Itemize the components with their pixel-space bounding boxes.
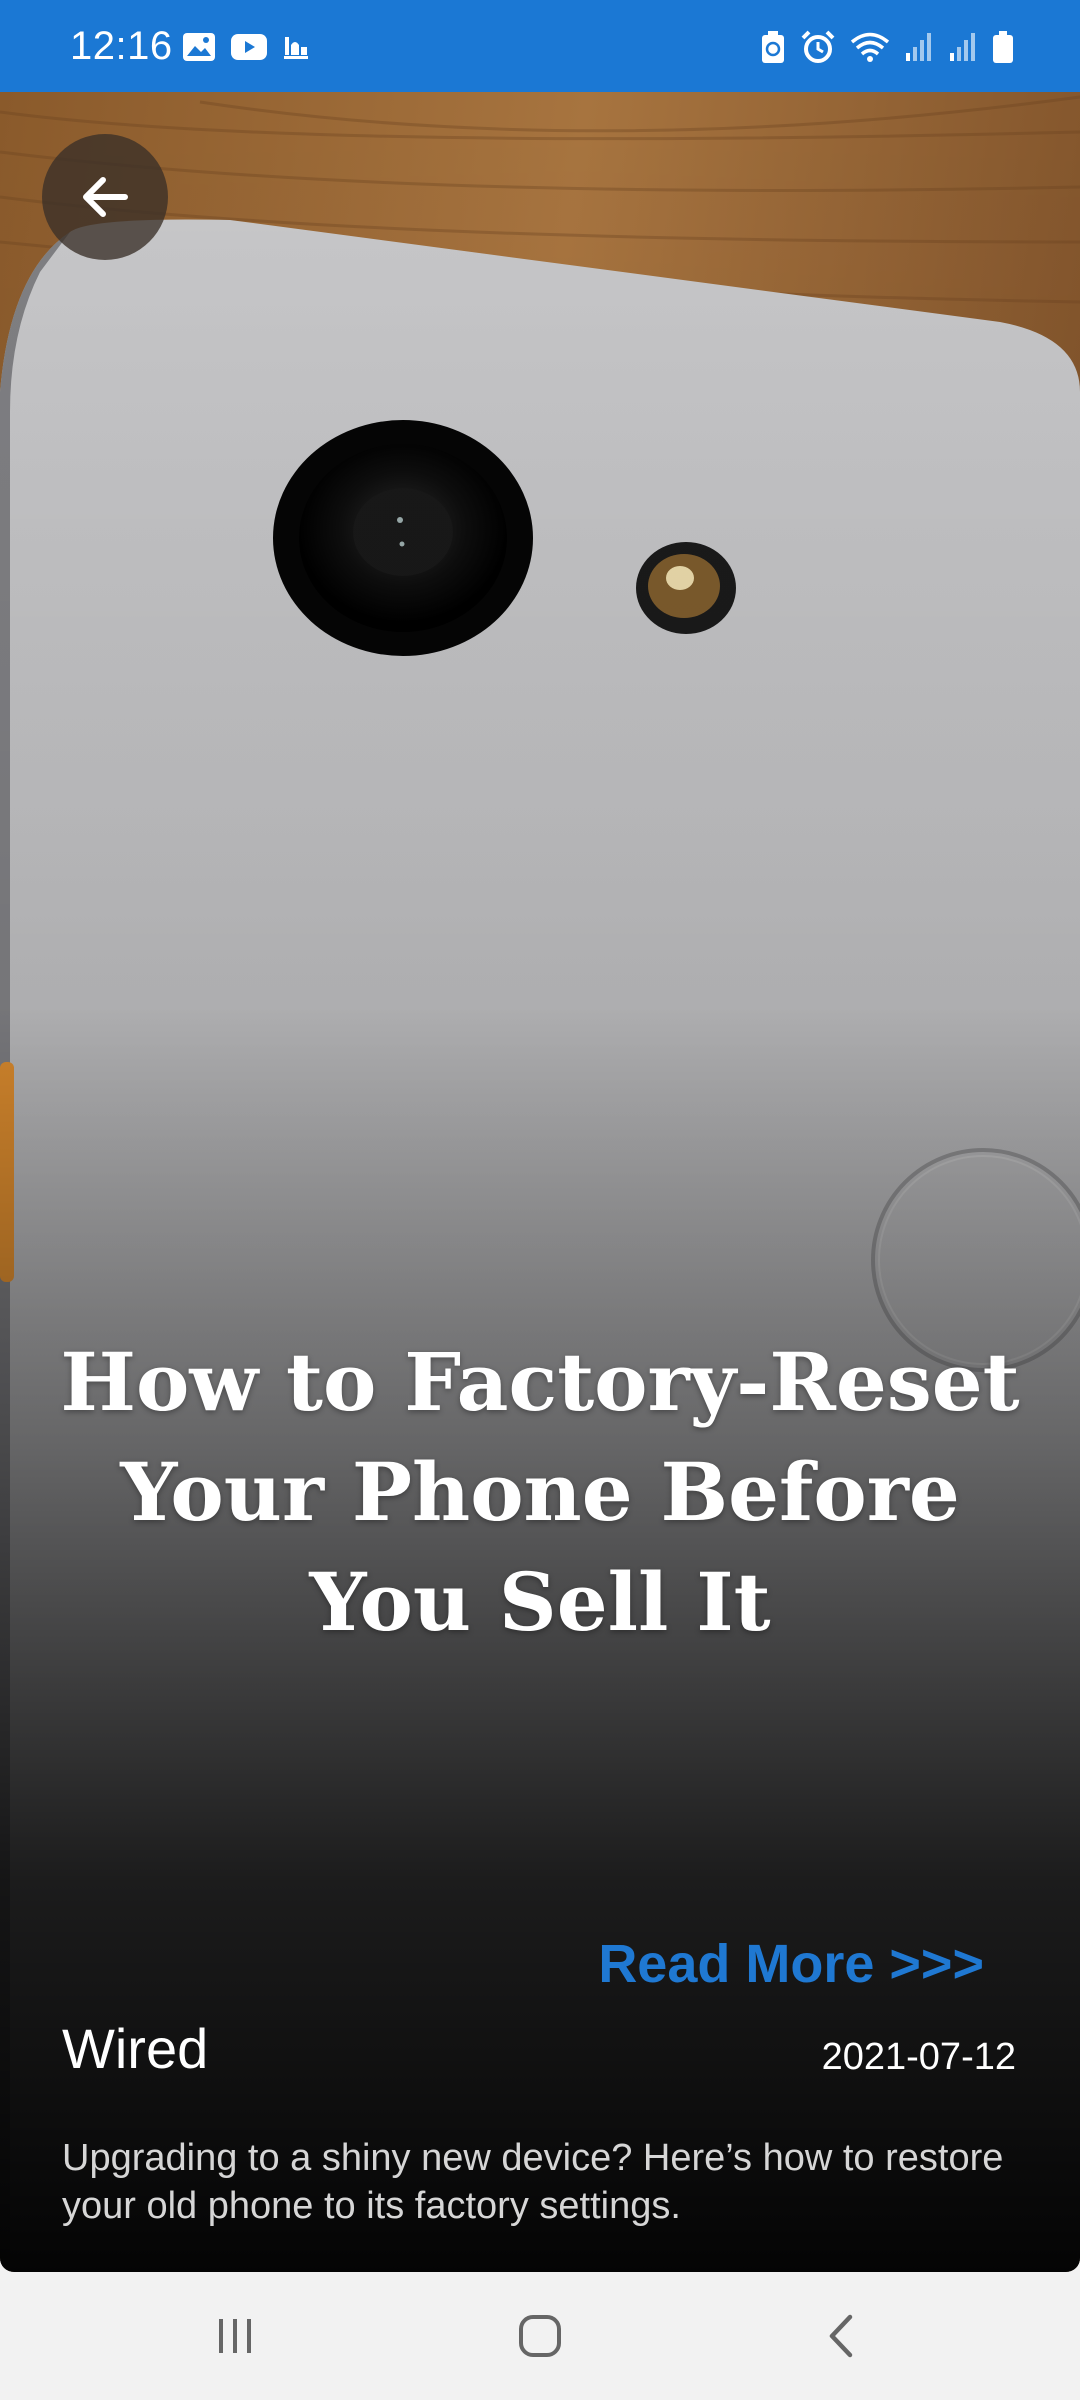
article-source: Wired	[62, 2017, 209, 2080]
home-button[interactable]	[495, 2296, 585, 2376]
home-icon	[519, 2315, 561, 2357]
youtube-icon	[230, 33, 268, 66]
status-bar: 12:16	[0, 0, 1080, 92]
app-notification-icon	[282, 33, 310, 66]
status-notification-icons	[182, 32, 310, 67]
battery-saver-icon	[760, 30, 786, 69]
status-time: 12:16	[70, 24, 173, 68]
recent-apps-icon	[219, 2319, 251, 2353]
signal-icon	[904, 31, 934, 68]
article-title: How to Factory-Reset Your Phone Before Y…	[60, 1335, 1020, 1649]
navigation-bar	[0, 2272, 1080, 2400]
system-back-button[interactable]	[797, 2296, 887, 2376]
article-description: Upgrading to a shiny new device? Here’s …	[62, 2137, 1004, 2227]
arrow-left-icon	[83, 177, 128, 217]
status-system-icons	[760, 30, 1014, 69]
back-button[interactable]	[42, 134, 168, 260]
article-date: 2021-07-12	[821, 2036, 1016, 2078]
wifi-icon	[850, 31, 890, 68]
battery-icon	[992, 30, 1014, 69]
recent-apps-button[interactable]	[190, 2296, 280, 2376]
gallery-icon	[182, 32, 216, 67]
screen: 12:16 How to Factory-Reset Your Phone Be…	[0, 0, 1080, 2400]
signal-icon	[948, 31, 978, 68]
alarm-icon	[800, 30, 836, 69]
article-card: How to Factory-Reset Your Phone Before Y…	[0, 92, 1080, 2272]
read-more-link[interactable]: Read More >>>	[598, 1932, 984, 1996]
back-icon	[829, 2314, 853, 2358]
